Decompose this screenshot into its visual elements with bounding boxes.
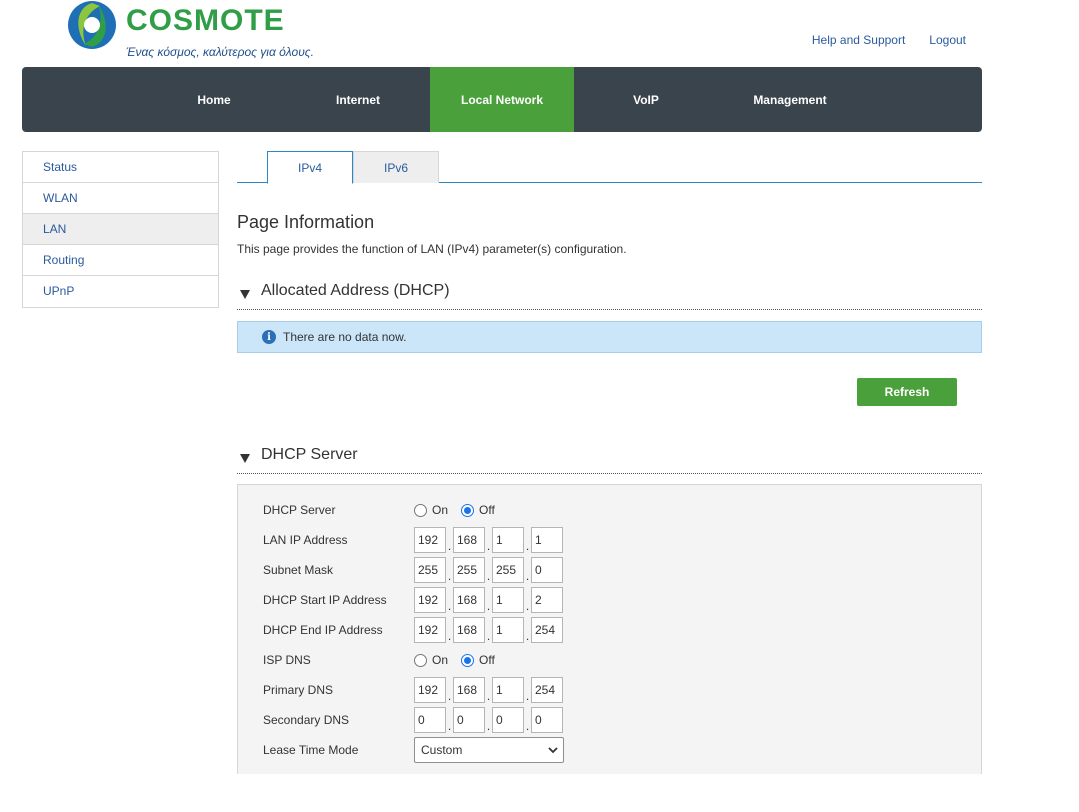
sidebar-item-lan[interactable]: LAN	[23, 214, 218, 245]
isp-dns-label: ISP DNS	[263, 653, 311, 667]
primary-dns-octet-2[interactable]	[453, 677, 485, 703]
tab-ipv4[interactable]: IPv4	[267, 151, 353, 184]
subnet-mask-octet-4[interactable]	[531, 557, 563, 583]
triangle-down-icon[interactable]	[240, 290, 250, 299]
secondary-dns-octet-2[interactable]	[453, 707, 485, 733]
isp-dns-off-label: Off	[479, 653, 495, 667]
dhcp-end-ip-octet-3[interactable]	[492, 617, 524, 643]
secondary-dns-field: . . .	[414, 707, 563, 733]
tab-ipv6[interactable]: IPv6	[353, 151, 439, 183]
lan-ip-row: LAN IP Address . . .	[263, 527, 563, 553]
lan-ip-octet-4[interactable]	[531, 527, 563, 553]
lan-ip-field: . . .	[414, 527, 563, 553]
primary-dns-field: . . .	[414, 677, 563, 703]
dhcp-start-ip-octet-1[interactable]	[414, 587, 446, 613]
isp-dns-row: ISP DNS On Off	[263, 647, 508, 673]
dhcp-end-ip-row: DHCP End IP Address . . .	[263, 617, 563, 643]
top-links: Help and Support Logout	[812, 33, 966, 47]
allocated-address-header[interactable]: Allocated Address (DHCP)	[237, 282, 982, 310]
isp-dns-on-radio[interactable]	[414, 653, 427, 667]
dhcp-end-ip-octet-4[interactable]	[531, 617, 563, 643]
triangle-down-icon[interactable]	[240, 454, 250, 463]
primary-dns-octet-4[interactable]	[531, 677, 563, 703]
dhcp-start-ip-octet-2[interactable]	[453, 587, 485, 613]
dhcp-server-off-radio[interactable]	[461, 503, 475, 517]
help-and-support-link[interactable]: Help and Support	[812, 33, 905, 47]
lease-time-mode-row: Lease Time Mode Custom	[263, 737, 564, 763]
brand-name: COSMOTE	[126, 4, 285, 37]
page-description: This page provides the function of LAN (…	[237, 242, 627, 256]
refresh-button[interactable]: Refresh	[857, 378, 957, 406]
dhcp-start-ip-octet-4[interactable]	[531, 587, 563, 613]
lease-time-mode-label: Lease Time Mode	[263, 743, 359, 757]
subnet-mask-octet-2[interactable]	[453, 557, 485, 583]
isp-dns-off-radio[interactable]	[461, 653, 475, 667]
info-text: There are no data now.	[283, 330, 407, 344]
dhcp-start-ip-field: . . .	[414, 587, 563, 613]
cosmote-logo-icon	[68, 1, 116, 49]
nav-voip[interactable]: VoIP	[574, 67, 718, 132]
secondary-dns-octet-1[interactable]	[414, 707, 446, 733]
primary-dns-octet-3[interactable]	[492, 677, 524, 703]
subnet-mask-label: Subnet Mask	[263, 563, 334, 577]
lan-ip-octet-1[interactable]	[414, 527, 446, 553]
ip-version-tabs: IPv4 IPv6	[237, 151, 982, 184]
chevron-down-icon	[548, 746, 558, 753]
sidebar: Status WLAN LAN Routing UPnP	[22, 151, 219, 308]
lease-time-mode-select[interactable]: Custom	[414, 737, 564, 763]
brand-tagline: Ένας κόσμος, καλύτερος για όλους.	[126, 45, 314, 59]
logout-link[interactable]: Logout	[929, 33, 966, 47]
secondary-dns-octet-3[interactable]	[492, 707, 524, 733]
main-nav: Home Internet Local Network VoIP Managem…	[22, 67, 982, 132]
cosmote-logo: COSMOTE Ένας κόσμος, καλύτερος για όλους…	[66, 0, 314, 62]
nav-home[interactable]: Home	[142, 67, 286, 132]
isp-dns-on-label: On	[432, 653, 449, 667]
dhcp-server-form: DHCP Server On Off LAN IP Address . . . …	[237, 484, 982, 774]
dhcp-server-row: DHCP Server On Off	[263, 497, 508, 523]
dhcp-start-ip-row: DHCP Start IP Address . . .	[263, 587, 563, 613]
dhcp-end-ip-field: . . .	[414, 617, 563, 643]
info-icon: i	[262, 330, 276, 344]
subnet-mask-field: . . .	[414, 557, 563, 583]
lan-ip-label: LAN IP Address	[263, 533, 348, 547]
secondary-dns-octet-4[interactable]	[531, 707, 563, 733]
dhcp-server-heading: DHCP Server	[261, 446, 358, 463]
subnet-mask-octet-3[interactable]	[492, 557, 524, 583]
lease-time-mode-value: Custom	[421, 743, 463, 757]
primary-dns-row: Primary DNS . . .	[263, 677, 563, 703]
primary-dns-label: Primary DNS	[263, 683, 334, 697]
sidebar-item-routing[interactable]: Routing	[23, 245, 218, 276]
dhcp-server-header[interactable]: DHCP Server	[237, 446, 982, 474]
dhcp-end-ip-octet-1[interactable]	[414, 617, 446, 643]
sidebar-item-status[interactable]: Status	[23, 152, 218, 183]
dhcp-start-ip-octet-3[interactable]	[492, 587, 524, 613]
dhcp-server-label: DHCP Server	[263, 503, 336, 517]
dhcp-server-on-label: On	[432, 503, 449, 517]
dhcp-server-on-radio[interactable]	[414, 503, 427, 517]
dhcp-end-ip-label: DHCP End IP Address	[263, 623, 383, 637]
secondary-dns-label: Secondary DNS	[263, 713, 350, 727]
page-title: Page Information	[237, 212, 375, 232]
dhcp-server-off-label: Off	[479, 503, 495, 517]
dhcp-server-radio-group: On Off	[414, 503, 508, 517]
subnet-mask-octet-1[interactable]	[414, 557, 446, 583]
secondary-dns-row: Secondary DNS . . .	[263, 707, 563, 733]
nav-local-network[interactable]: Local Network	[430, 67, 574, 132]
sidebar-item-upnp[interactable]: UPnP	[23, 276, 218, 307]
nav-internet[interactable]: Internet	[286, 67, 430, 132]
isp-dns-radio-group: On Off	[414, 653, 508, 667]
subnet-mask-row: Subnet Mask . . .	[263, 557, 563, 583]
nav-management[interactable]: Management	[718, 67, 862, 132]
allocated-address-heading: Allocated Address (DHCP)	[261, 282, 450, 299]
dhcp-start-ip-label: DHCP Start IP Address	[263, 593, 387, 607]
no-data-message: i There are no data now.	[237, 321, 982, 353]
dhcp-end-ip-octet-2[interactable]	[453, 617, 485, 643]
primary-dns-octet-1[interactable]	[414, 677, 446, 703]
lan-ip-octet-3[interactable]	[492, 527, 524, 553]
sidebar-item-wlan[interactable]: WLAN	[23, 183, 218, 214]
lan-ip-octet-2[interactable]	[453, 527, 485, 553]
